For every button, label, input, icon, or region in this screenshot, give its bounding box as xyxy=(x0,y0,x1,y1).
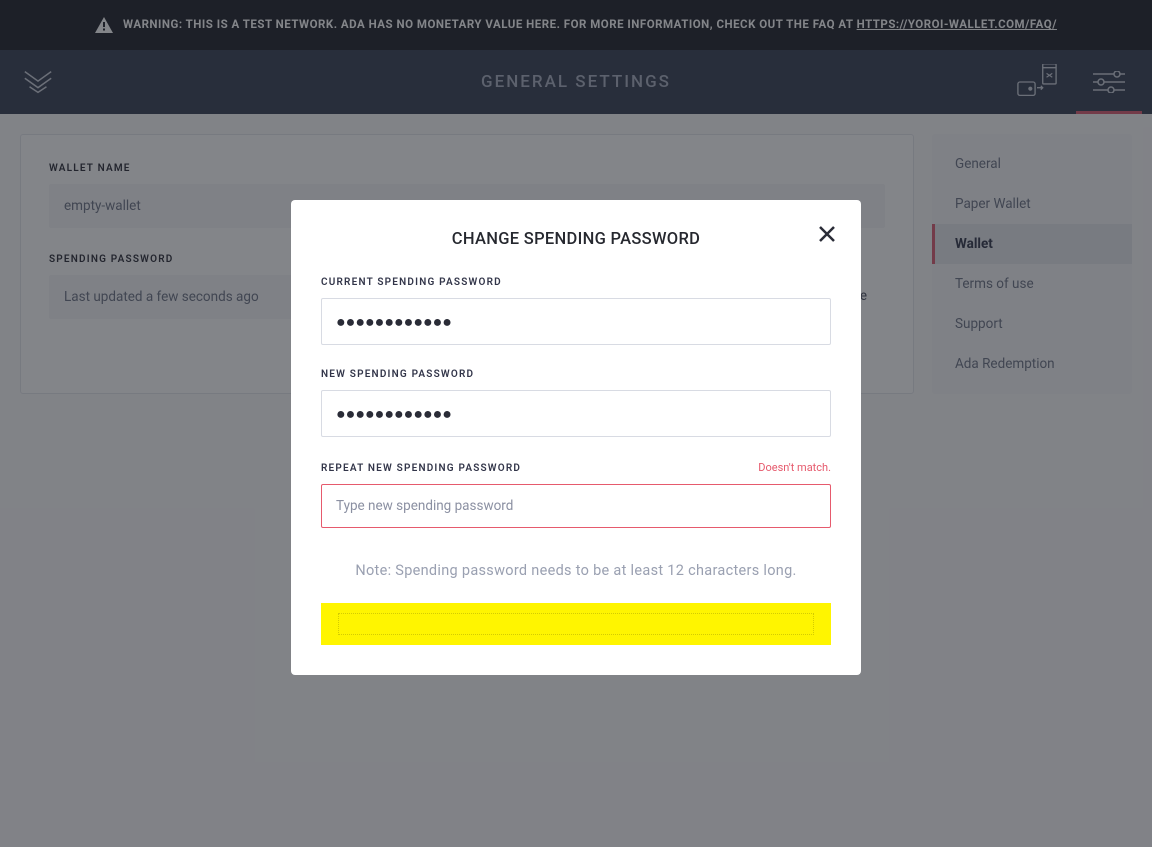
change-password-modal: CHANGE SPENDING PASSWORD CURRENT SPENDIN… xyxy=(291,200,861,675)
new-password-label: NEW SPENDING PASSWORD xyxy=(321,369,474,380)
close-icon[interactable] xyxy=(815,222,839,246)
current-password-input[interactable] xyxy=(321,298,831,345)
repeat-password-error: Doesn't match. xyxy=(758,461,831,474)
new-password-input[interactable] xyxy=(321,390,831,437)
modal-title: CHANGE SPENDING PASSWORD xyxy=(321,230,831,249)
repeat-password-input[interactable] xyxy=(321,484,831,528)
repeat-password-label: REPEAT NEW SPENDING PASSWORD xyxy=(321,463,521,474)
save-button[interactable]: SAVE xyxy=(321,603,831,645)
modal-overlay[interactable]: CHANGE SPENDING PASSWORD CURRENT SPENDIN… xyxy=(0,0,1152,847)
password-note: Note: Spending password needs to be at l… xyxy=(321,562,831,579)
current-password-label: CURRENT SPENDING PASSWORD xyxy=(321,277,502,288)
